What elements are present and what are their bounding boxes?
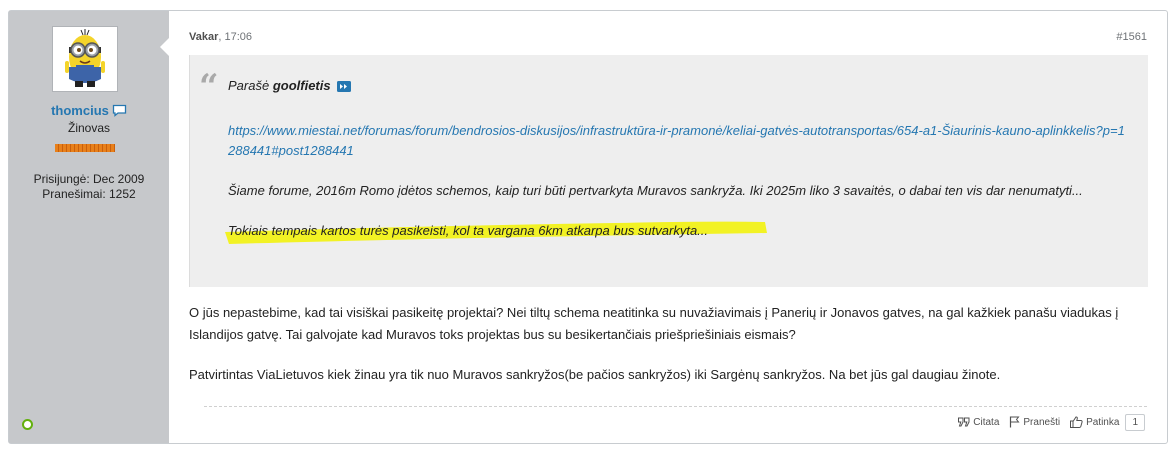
user-title: Žinovas xyxy=(67,121,111,135)
thumbs-up-icon xyxy=(1070,416,1083,428)
quote-prefix: Parašė xyxy=(228,78,273,93)
quote-header: Parašė goolfietis xyxy=(228,78,351,95)
quote-block: “ Parašė goolfietis https://www.miestai.… xyxy=(189,55,1148,287)
minion-avatar xyxy=(53,27,117,91)
quote-body: https://www.miestai.net/forumas/forum/be… xyxy=(225,121,1128,244)
quote-author: goolfietis xyxy=(272,78,331,93)
user-avatar[interactable] xyxy=(52,26,118,92)
message-paragraph-1: O jūs nepastebime, kad tai visiškai pasi… xyxy=(189,305,1119,342)
like-count[interactable]: 1 xyxy=(1125,413,1145,431)
quote-button[interactable]: Citata xyxy=(958,417,999,428)
highlighted-text: Tokiais tempais kartos turės pasikeisti,… xyxy=(225,221,767,244)
quote-paragraph-2: Tokiais tempais kartos turės pasikeisti,… xyxy=(228,223,709,238)
user-panel: thomcius Žinovas Prisijungė: Dec 2009 Pr… xyxy=(9,11,169,443)
post-date-day: Vakar xyxy=(189,31,219,43)
like-button[interactable]: Patinka xyxy=(1070,416,1119,428)
post-actions: Citata Pranešti Patinka 1 xyxy=(958,413,1145,431)
quote-button-label: Citata xyxy=(973,416,1000,428)
post-number[interactable]: #1561 xyxy=(1116,31,1147,43)
post-date-time: , 17:06 xyxy=(218,31,253,43)
quote-mark-icon: “ xyxy=(199,67,219,107)
report-button-label: Pranešti xyxy=(1023,416,1061,428)
post-content: Vakar, 17:06 #1561 “ Parašė goolfietis h… xyxy=(169,11,1167,443)
like-button-label: Patinka xyxy=(1086,416,1120,428)
rank-bar xyxy=(55,144,115,152)
post-count: Pranešimai: 1252 xyxy=(42,187,136,201)
online-status-icon xyxy=(22,419,33,430)
message-paragraph-2: Patvirtintas ViaLietuvos kiek žinau yra … xyxy=(189,367,1001,382)
jump-to-post-icon[interactable] xyxy=(336,80,351,95)
forum-post: thomcius Žinovas Prisijungė: Dec 2009 Pr… xyxy=(8,10,1168,444)
flag-icon xyxy=(1010,416,1020,428)
chat-bubble-icon[interactable] xyxy=(112,104,127,120)
post-message: O jūs nepastebime, kad tai visiškai pasi… xyxy=(189,302,1144,386)
quote-link[interactable]: https://www.miestai.net/forumas/forum/be… xyxy=(228,123,1125,158)
report-button[interactable]: Pranešti xyxy=(1009,416,1060,428)
username-row: thomcius xyxy=(9,103,169,120)
post-date[interactable]: Vakar, 17:06 xyxy=(189,31,252,43)
quote-paragraph-1: Šiame forume, 2016m Romo įdėtos schemos,… xyxy=(228,183,1083,198)
post-divider xyxy=(204,406,1147,407)
join-date: Prisijungė: Dec 2009 xyxy=(33,172,145,186)
username-link[interactable]: thomcius xyxy=(51,103,109,118)
user-meta: Prisijungė: Dec 2009 Pranešimai: 1252 xyxy=(9,172,169,202)
quote-icon xyxy=(958,417,970,427)
